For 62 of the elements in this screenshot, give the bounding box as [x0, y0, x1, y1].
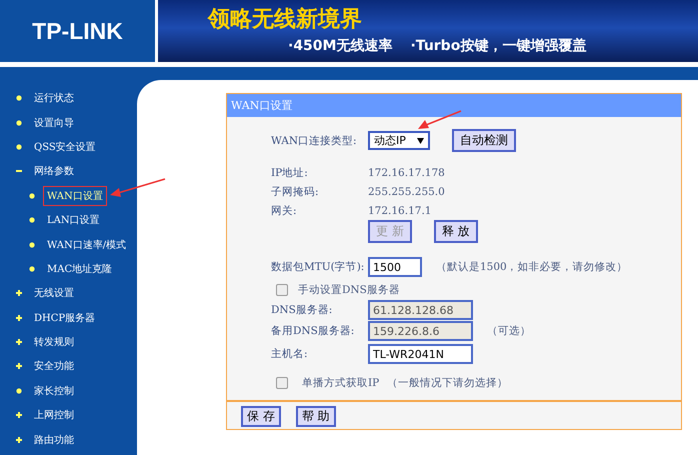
checkbox-label: 手动设置DNS服务器: [298, 283, 400, 297]
mtu-field[interactable]: 1500: [368, 257, 422, 277]
bullet-icon: [29, 266, 35, 272]
field-label: IP地址:: [271, 166, 309, 180]
bullet-icon: [29, 242, 35, 248]
action-button[interactable]: 释 放: [434, 220, 478, 243]
menu-item[interactable]: WAN口速率/模式: [43, 234, 130, 255]
optional-note: （可选）: [487, 324, 531, 338]
footer-button[interactable]: 帮 助: [296, 406, 336, 427]
menu-item[interactable]: 家长控制: [30, 380, 78, 401]
menu-item[interactable]: WAN口设置: [43, 186, 107, 206]
menu-item[interactable]: 无线设置: [30, 283, 78, 304]
field-value: 255.255.255.0: [368, 186, 445, 198]
field-label: DNS服务器:: [271, 303, 334, 317]
field-label: 主机名:: [271, 347, 309, 361]
hostname-field[interactable]: TL-WR2041N: [368, 344, 473, 364]
plus-icon: [16, 314, 22, 321]
checkbox-label: 单播方式获取IP: [302, 376, 380, 390]
caret-icon: [417, 138, 424, 144]
banner-slogan: 领略无线新境界: [208, 6, 362, 34]
bullet-icon: [16, 120, 22, 126]
field-label: 备用DNS服务器:: [271, 324, 356, 338]
field-label: 子网掩码:: [271, 185, 320, 199]
plus-icon: [16, 290, 22, 296]
menu-item[interactable]: MAC地址克隆: [43, 258, 116, 279]
bullet-icon: [16, 95, 22, 102]
annotation-arrow: [110, 178, 166, 198]
menu-item[interactable]: 网络参数: [30, 161, 78, 182]
bullet-icon: [29, 192, 35, 199]
plus-icon: [16, 363, 22, 370]
bullet-icon: [16, 144, 22, 150]
field-label: 网关:: [271, 204, 298, 218]
menu-item[interactable]: 上网控制: [30, 405, 78, 426]
checkbox[interactable]: [276, 377, 288, 389]
annotation-arrow: [418, 110, 462, 130]
menu-item[interactable]: QSS安全设置: [30, 136, 100, 157]
field-label: WAN口连接类型:: [271, 134, 358, 148]
panel-title: WAN口设置: [227, 94, 681, 117]
menu-item[interactable]: 转发规则: [30, 332, 78, 352]
bullet-icon: [16, 388, 22, 394]
hint-text: （一般情况下请勿选择）: [387, 376, 508, 390]
banner-feature: ·450M无线速率: [288, 37, 392, 55]
auto-detect-button[interactable]: 自动检测: [452, 129, 516, 152]
footer-button[interactable]: 保 存: [241, 406, 281, 427]
field-value: 172.16.17.178: [368, 167, 445, 179]
menu-item[interactable]: 路由功能: [30, 430, 78, 450]
banner-feature: ·Turbo按键，一键增强覆盖: [410, 37, 586, 55]
plus-icon: [16, 436, 22, 443]
field-value: 172.16.17.1: [368, 205, 432, 217]
menu-item[interactable]: DHCP服务器: [30, 308, 100, 328]
bullet-icon: [29, 217, 35, 224]
menu-item[interactable]: 运行状态: [30, 88, 78, 108]
menu-item[interactable]: 设置向导: [30, 112, 78, 133]
menu-item[interactable]: LAN口设置: [43, 210, 104, 230]
connection-type-dropdown[interactable]: 动态IP: [368, 131, 430, 150]
plus-icon: [16, 339, 22, 346]
menu-item[interactable]: 安全功能: [30, 356, 78, 376]
hint-text: （默认是1500，如非必要，请勿修改）: [436, 260, 628, 274]
checkbox[interactable]: [276, 284, 288, 296]
logo: TP-LINK: [0, 0, 155, 62]
field-label: 数据包MTU(字节):: [271, 260, 366, 274]
plus-icon: [16, 412, 22, 418]
